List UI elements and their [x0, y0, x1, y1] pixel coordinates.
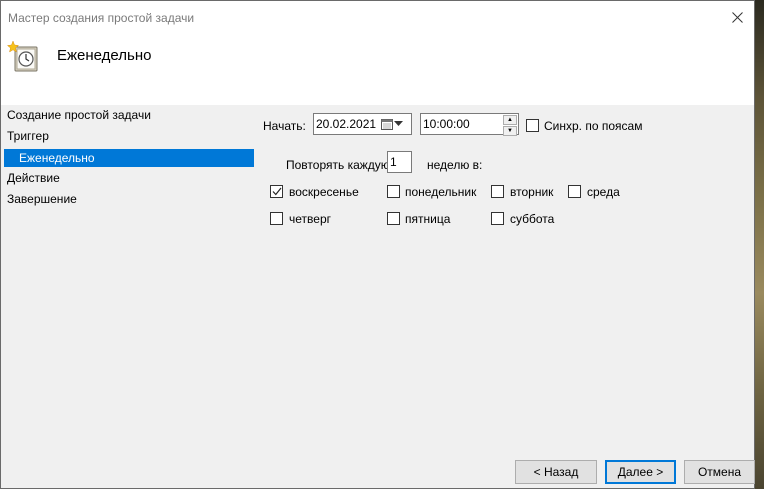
title-bar: Мастер создания простой задачи [1, 1, 754, 35]
checkmark-icon [272, 187, 282, 196]
next-button[interactable]: Далее > [605, 460, 676, 484]
repeat-weeks-value: 1 [390, 155, 397, 169]
sync-timezones-label: Синхр. по поясам [544, 119, 643, 133]
close-icon [731, 11, 743, 23]
step-finish[interactable]: Завершение [7, 190, 77, 208]
start-date-value: 20.02.2021 [316, 117, 377, 131]
day-sunday-label: воскресенье [289, 185, 359, 199]
day-wednesday-checkbox[interactable] [568, 185, 581, 198]
step-weekly[interactable]: Еженедельно [4, 149, 254, 167]
wizard-header: Еженедельно [1, 35, 754, 105]
calendar-dropdown-button[interactable] [381, 116, 409, 132]
day-monday-checkbox[interactable] [387, 185, 400, 198]
weekly-settings-panel: Начать: 20.02.2021 10:00:00 ▲ ▼ Синхр. п… [257, 105, 754, 488]
spin-up-icon[interactable]: ▲ [503, 115, 517, 125]
weeks-label: неделю в: [427, 158, 483, 172]
wizard-window: Мастер создания простой задачи Еженедель… [0, 0, 755, 489]
sync-timezones-checkbox[interactable] [526, 119, 539, 132]
day-wednesday-label: среда [587, 185, 620, 199]
step-trigger[interactable]: Триггер [7, 127, 49, 145]
start-date-picker[interactable]: 20.02.2021 [313, 113, 412, 135]
day-tuesday-label: вторник [510, 185, 554, 199]
repeat-label: Повторять каждую [286, 158, 390, 172]
day-monday-label: понедельник [405, 185, 477, 199]
step-create-task[interactable]: Создание простой задачи [7, 106, 151, 124]
start-time-field[interactable]: 10:00:00 ▲ ▼ [420, 113, 519, 136]
start-time-value: 10:00:00 [423, 117, 470, 131]
step-action[interactable]: Действие [7, 169, 60, 187]
page-title: Еженедельно [57, 47, 152, 64]
chevron-down-icon [394, 121, 403, 126]
window-title: Мастер создания простой задачи [8, 11, 195, 25]
spin-down-icon[interactable]: ▼ [503, 126, 517, 136]
day-tuesday-checkbox[interactable] [491, 185, 504, 198]
day-thursday-label: четверг [289, 212, 331, 226]
task-scheduler-icon [7, 40, 38, 72]
day-friday-checkbox[interactable] [387, 212, 400, 225]
desktop-background [755, 0, 764, 489]
day-sunday-checkbox[interactable] [270, 185, 283, 198]
day-thursday-checkbox[interactable] [270, 212, 283, 225]
close-button[interactable] [720, 1, 754, 33]
cancel-button[interactable]: Отмена [684, 460, 755, 484]
repeat-weeks-input[interactable]: 1 [387, 151, 412, 173]
day-saturday-checkbox[interactable] [491, 212, 504, 225]
time-spinner[interactable]: ▲ ▼ [503, 115, 517, 136]
start-label: Начать: [263, 119, 306, 133]
day-saturday-label: суббота [510, 212, 555, 226]
day-friday-label: пятница [405, 212, 451, 226]
wizard-steps: Создание простой задачи Триггер Еженедел… [1, 105, 257, 488]
back-button[interactable]: < Назад [515, 460, 597, 484]
calendar-icon [381, 119, 393, 130]
